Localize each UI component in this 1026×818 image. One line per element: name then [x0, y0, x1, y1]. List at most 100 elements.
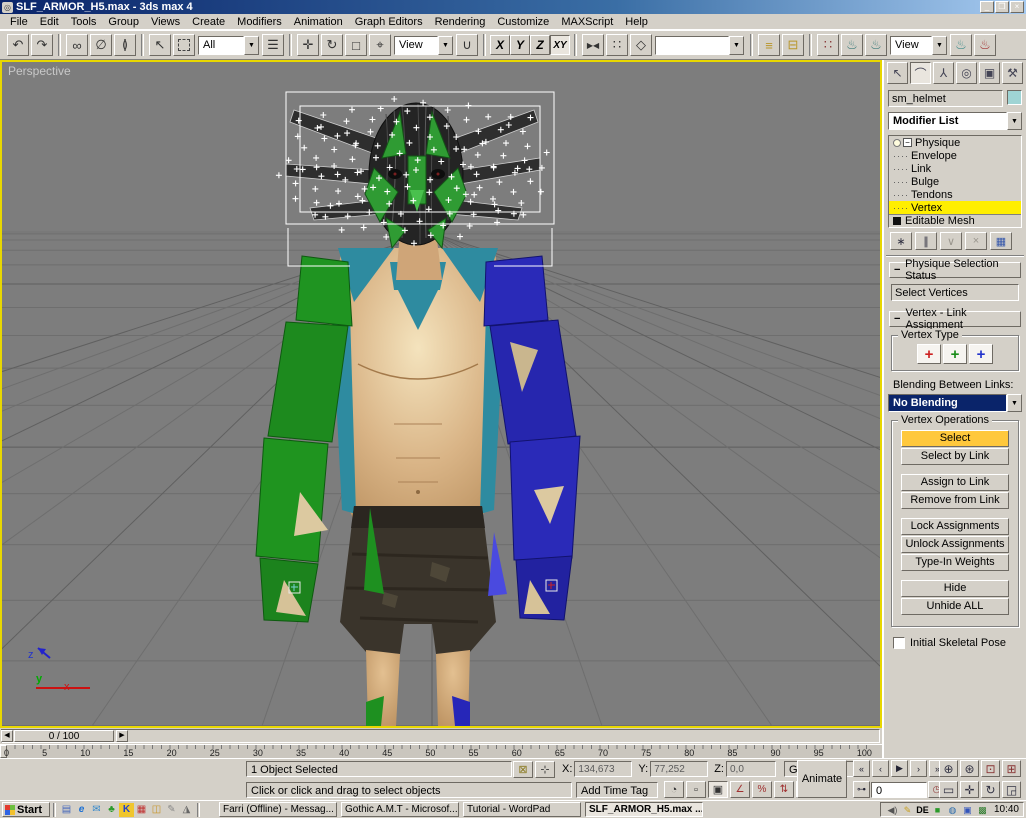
menu-item[interactable]: MAXScript [555, 15, 619, 29]
blending-dropdown[interactable]: No Blending ▼ [888, 394, 1022, 412]
play-animation-icon[interactable]: ▶ [891, 760, 908, 777]
select-by-name-icon[interactable]: ☰ [262, 34, 284, 56]
previous-frame-arrow-icon[interactable]: ◀ [1, 730, 13, 742]
manipulate-icon[interactable]: ⌖ [369, 34, 391, 56]
menu-item[interactable]: Modifiers [231, 15, 288, 29]
zoom-icon[interactable]: ⊕ [939, 760, 958, 777]
select-and-scale-icon[interactable]: □ [345, 34, 367, 56]
zoom-all-icon[interactable]: ⊛ [960, 760, 979, 777]
track-bar[interactable]: 0510152025303540455055606570758085909510… [0, 744, 882, 758]
collapse-icon[interactable]: − [903, 138, 912, 147]
min-max-toggle-icon[interactable]: ◲ [1002, 781, 1021, 798]
go-to-start-icon[interactable]: « [853, 760, 870, 777]
tab-hierarchy-icon[interactable]: ⅄ [933, 62, 954, 84]
previous-frame-icon[interactable]: ‹ [872, 760, 889, 777]
stack-item-editable-mesh[interactable]: Editable Mesh [889, 214, 1021, 227]
language-indicator[interactable]: DE [916, 804, 929, 816]
chevron-down-icon[interactable]: ▼ [244, 36, 259, 55]
animate-button[interactable]: Animate [797, 760, 847, 798]
selection-filter-dropdown[interactable]: All ▼ [198, 36, 259, 55]
x-coordinate-field[interactable]: 134,673 [574, 761, 632, 777]
unlink-selection-icon[interactable]: ∅ [90, 34, 112, 56]
taskbar-task-button[interactable]: Gothic A.M.T - Microsof... [341, 802, 459, 817]
select-and-rotate-icon[interactable]: ↻ [321, 34, 343, 56]
rollout-vertex-link-assignment[interactable]: − Vertex - Link Assignment [889, 311, 1021, 327]
key-mode-toggle-icon[interactable]: ⊶ [853, 781, 870, 798]
selection-region-icon[interactable] [173, 34, 195, 56]
use-center-icon[interactable]: ∪ [456, 34, 478, 56]
schematic-view-icon[interactable]: ⊟ [782, 34, 804, 56]
restrict-y-button[interactable]: Y [510, 35, 530, 55]
initial-skeletal-pose-checkbox[interactable] [893, 637, 905, 649]
absolute-offset-icon[interactable]: ⊹ [535, 761, 555, 778]
spinner-snap-icon[interactable]: ⇅ [774, 781, 794, 798]
stack-item-physique[interactable]: − Physique [889, 136, 1021, 149]
menu-item[interactable]: Create [186, 15, 231, 29]
selection-lock-icon[interactable]: ⊠ [513, 761, 533, 778]
lock-assignments-button[interactable]: Lock Assignments [901, 518, 1009, 535]
zoom-extents-all-icon[interactable]: ⊞ [1002, 760, 1021, 777]
select-and-link-icon[interactable]: ∞ [66, 34, 88, 56]
pan-icon[interactable]: ✛ [960, 781, 979, 798]
display-settings-icon[interactable]: ▣ [961, 804, 974, 816]
configure-modifier-sets-icon[interactable]: ▦ [990, 232, 1012, 250]
mirror-icon[interactable]: ▶◀ [582, 34, 604, 56]
object-color-swatch[interactable] [1007, 90, 1022, 105]
undo-icon[interactable]: ↶ [7, 34, 29, 56]
scheduler-icon[interactable]: ▩ [976, 804, 989, 816]
time-slider-track[interactable] [1, 729, 880, 743]
chart-app-icon[interactable]: ◮ [179, 803, 194, 817]
z-coordinate-field[interactable]: 0,0 [726, 761, 776, 777]
menu-item[interactable]: Views [145, 15, 186, 29]
lightbulb-icon[interactable] [893, 139, 901, 147]
volume-icon[interactable]: ◀) [886, 804, 899, 816]
rigid-vertex-icon[interactable]: + [917, 344, 941, 364]
select-object-icon[interactable]: ↖ [149, 34, 171, 56]
region-zoom-icon[interactable]: ▭ [939, 781, 958, 798]
render-type-icon[interactable]: ♨ [865, 34, 887, 56]
menu-item[interactable]: Graph Editors [349, 15, 429, 29]
restrict-xy-plane-button[interactable]: XY [550, 35, 570, 55]
pin-stack-icon[interactable]: ∗ [890, 232, 912, 250]
add-time-tag-field[interactable]: Add Time Tag [576, 782, 658, 798]
tab-display-icon[interactable]: ▣ [979, 62, 1000, 84]
tab-create-icon[interactable]: ↖ [887, 62, 908, 84]
render-last-icon[interactable]: ♨ [950, 34, 972, 56]
named-selection-dropdown[interactable]: ▼ [655, 36, 744, 55]
select-by-link-button[interactable]: Select by Link [901, 448, 1009, 465]
minimize-button[interactable]: _ [980, 1, 994, 13]
bind-to-spacewarp-icon[interactable]: ≬ [114, 34, 136, 56]
chevron-down-icon[interactable]: ▼ [729, 36, 744, 55]
restrict-z-button[interactable]: Z [530, 35, 550, 55]
coord-system-dropdown[interactable]: View ▼ [394, 36, 453, 55]
unhide-all-button[interactable]: Unhide ALL [901, 598, 1009, 615]
tab-utilities-icon[interactable]: ⚒ [1002, 62, 1023, 84]
menu-item[interactable]: Help [619, 15, 654, 29]
crossing-selection-icon[interactable]: ▫ [686, 781, 706, 798]
chevron-down-icon[interactable]: ▼ [932, 36, 947, 55]
show-end-result-icon[interactable]: ∥ [915, 232, 937, 250]
stack-item-bulge[interactable]: ····Bulge [889, 175, 1021, 188]
unlock-assignments-button[interactable]: Unlock Assignments [901, 536, 1009, 553]
show-desktop-icon[interactable]: ▤ [59, 803, 74, 817]
paint-icon[interactable]: ✎ [164, 803, 179, 817]
redo-icon[interactable]: ↷ [31, 34, 53, 56]
kazaa-icon[interactable]: K [119, 803, 134, 817]
degradation-override-icon[interactable]: ◔ [664, 781, 684, 798]
menu-item[interactable]: Group [102, 15, 145, 29]
internet-explorer-icon[interactable]: e [74, 803, 89, 817]
tab-motion-icon[interactable]: ◎ [956, 62, 977, 84]
hide-button[interactable]: Hide [901, 580, 1009, 597]
antivirus-icon[interactable]: ■ [931, 804, 944, 816]
next-frame-arrow-icon[interactable]: ▶ [116, 730, 128, 742]
menu-item[interactable]: Animation [288, 15, 349, 29]
restore-button[interactable]: ❒ [995, 1, 1009, 13]
character-model[interactable] [256, 92, 580, 726]
stack-item-tendons[interactable]: ····Tendons [889, 188, 1021, 201]
arc-rotate-icon[interactable]: ↻ [981, 781, 1000, 798]
select-button[interactable]: Select [901, 430, 1009, 447]
zoom-extents-icon[interactable]: ⊡ [981, 760, 1000, 777]
percent-snap-icon[interactable]: % [752, 781, 772, 798]
start-button[interactable]: Start [2, 802, 50, 817]
current-frame-field[interactable]: 0 [871, 782, 927, 798]
